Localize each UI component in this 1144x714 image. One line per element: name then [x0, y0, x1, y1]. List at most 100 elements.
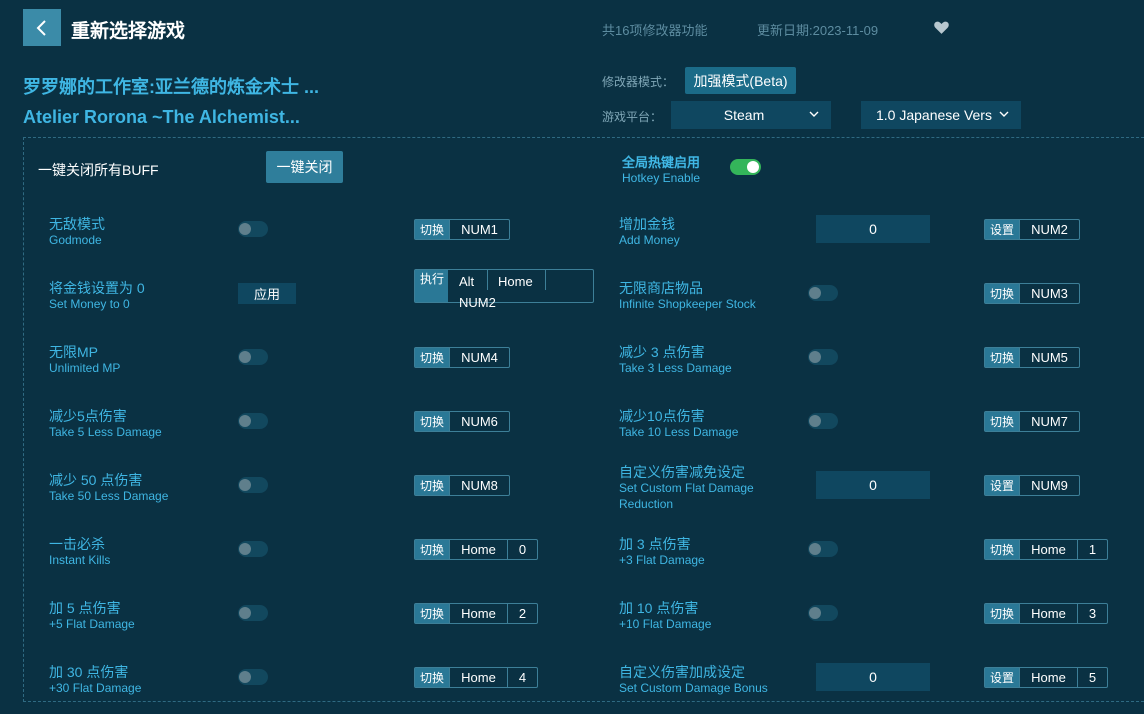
close-all-label: 一键关闭所有BUFF — [38, 162, 159, 178]
hotkey-key: NUM5 — [1019, 348, 1079, 367]
hotkey-action: 切换 — [985, 604, 1019, 623]
hotkey-key: NUM6 — [449, 412, 509, 431]
platform-select[interactable]: Steam — [671, 101, 831, 129]
feature-label-en: Godmode — [49, 233, 102, 247]
feature-label-cn: 增加金钱 — [619, 216, 675, 232]
instant-kills-toggle[interactable] — [238, 541, 268, 557]
plus-10-damage-toggle[interactable] — [808, 605, 838, 621]
chevron-down-icon — [809, 111, 819, 117]
plus-3-damage-toggle[interactable] — [808, 541, 838, 557]
hotkey-action: 切换 — [985, 540, 1019, 559]
take-10-less-toggle[interactable] — [808, 413, 838, 429]
take-5-less-toggle[interactable] — [238, 413, 268, 429]
plus-30-damage-toggle[interactable] — [238, 669, 268, 685]
hotkey-key: Home — [1019, 668, 1077, 687]
take-3-less-hotkey[interactable]: 切换 NUM5 — [984, 347, 1080, 368]
key-divider — [545, 270, 546, 290]
feature-label-en: Add Money — [619, 233, 680, 247]
godmode-hotkey[interactable]: 切换 NUM1 — [414, 219, 510, 240]
plus-30-damage-hotkey[interactable]: 切换 Home 4 — [414, 667, 538, 688]
hotkey-key: Alt — [459, 274, 475, 289]
set-money-hotkey[interactable]: 执行 Alt Home NUM2 — [414, 269, 594, 310]
feature-label-cn: 减少5点伤害 — [49, 408, 127, 424]
hotkey-action: 切换 — [415, 668, 449, 687]
hotkey-key: Home — [449, 668, 507, 687]
feature-label-en: Take 5 Less Damage — [49, 425, 162, 439]
hotkey-key: 5 — [1077, 668, 1107, 687]
set-money-apply-button[interactable]: 应用 — [238, 283, 296, 304]
feature-label-cn: 自定义伤害加成设定 — [619, 664, 745, 680]
feature-label-cn: 加 30 点伤害 — [49, 664, 129, 680]
mode-button[interactable]: 加强模式(Beta) — [685, 67, 796, 94]
version-select[interactable]: 1.0 Japanese Vers — [861, 101, 1021, 129]
feature-label-cn: 一击必杀 — [49, 536, 105, 552]
instant-kills-hotkey[interactable]: 切换 Home 0 — [414, 539, 538, 560]
game-title-cn: 罗罗娜的工作室:亚兰德的炼金术士 ... — [23, 77, 319, 97]
hotkey-key: Home — [498, 274, 533, 289]
hotkey-enable-label-cn: 全局热键启用 — [622, 155, 701, 170]
close-all-button[interactable]: 一键关闭 — [266, 151, 343, 183]
features-panel — [23, 137, 1144, 702]
add-money-hotkey[interactable]: 设置 NUM2 — [984, 219, 1080, 240]
key-divider — [487, 270, 488, 290]
unlimited-mp-hotkey[interactable]: 切换 NUM4 — [414, 347, 510, 368]
infinite-stock-hotkey[interactable]: 切换 NUM3 — [984, 283, 1080, 304]
take-50-less-hotkey[interactable]: 切换 NUM8 — [414, 475, 510, 496]
heart-icon[interactable] — [933, 19, 950, 36]
hotkey-key: NUM3 — [1019, 284, 1079, 303]
hotkey-action: 切换 — [415, 412, 449, 431]
custom-bonus-hotkey[interactable]: 设置 Home 5 — [984, 667, 1108, 688]
hotkey-key: NUM1 — [449, 220, 509, 239]
hotkey-action: 切换 — [415, 604, 449, 623]
take-3-less-toggle[interactable] — [808, 349, 838, 365]
hotkey-action: 切换 — [415, 540, 449, 559]
feature-label-en: +30 Flat Damage — [49, 681, 142, 695]
hotkey-action: 切换 — [985, 348, 1019, 367]
feature-label-en: Take 50 Less Damage — [49, 489, 169, 503]
feature-label-cn: 无限MP — [49, 344, 98, 360]
feature-label-en: Take 3 Less Damage — [619, 361, 732, 375]
hotkey-key: NUM4 — [449, 348, 509, 367]
feature-label-cn: 自定义伤害减免设定 — [619, 464, 745, 480]
back-button[interactable] — [23, 9, 61, 46]
take-5-less-hotkey[interactable]: 切换 NUM6 — [414, 411, 510, 432]
unlimited-mp-toggle[interactable] — [238, 349, 268, 365]
feature-label-en-line2: Reduction — [619, 497, 674, 511]
hotkey-action: 执行 — [415, 270, 448, 302]
hotkey-action: 切换 — [985, 284, 1019, 303]
version-value: 1.0 Japanese Vers — [876, 107, 992, 123]
page-title: 重新选择游戏 — [71, 21, 186, 42]
custom-reduction-input[interactable] — [816, 471, 930, 499]
game-title-en: Atelier Rorona ~The Alchemist... — [23, 107, 300, 127]
hotkey-action: 设置 — [985, 220, 1019, 239]
hotkey-key: 3 — [1077, 604, 1107, 623]
update-date: 更新日期:2023-11-09 — [757, 23, 879, 38]
hotkey-key: Home — [449, 540, 507, 559]
hotkey-key: NUM2 — [459, 295, 496, 310]
custom-bonus-input[interactable] — [816, 663, 930, 691]
hotkey-enable-switch[interactable] — [730, 159, 761, 175]
feature-count: 共16项修改器功能 — [602, 23, 708, 38]
feature-label-en: Set Money to 0 — [49, 297, 130, 311]
feature-label-en: +3 Flat Damage — [619, 553, 705, 567]
feature-label-en: Instant Kills — [49, 553, 111, 567]
chevron-left-icon — [36, 19, 46, 36]
mode-label: 修改器模式： — [602, 75, 675, 89]
platform-label: 游戏平台： — [602, 110, 663, 124]
feature-label-en: Unlimited MP — [49, 361, 121, 375]
plus-3-damage-hotkey[interactable]: 切换 Home 1 — [984, 539, 1108, 560]
plus-5-damage-toggle[interactable] — [238, 605, 268, 621]
hotkey-enable-label-en: Hotkey Enable — [622, 171, 701, 185]
plus-5-damage-hotkey[interactable]: 切换 Home 2 — [414, 603, 538, 624]
take-50-less-toggle[interactable] — [238, 477, 268, 493]
infinite-stock-toggle[interactable] — [808, 285, 838, 301]
hotkey-key: 2 — [507, 604, 537, 623]
hotkey-key: NUM8 — [449, 476, 509, 495]
hotkey-key: NUM7 — [1019, 412, 1079, 431]
feature-label-cn: 减少10点伤害 — [619, 408, 705, 424]
add-money-input[interactable] — [816, 215, 930, 243]
plus-10-damage-hotkey[interactable]: 切换 Home 3 — [984, 603, 1108, 624]
take-10-less-hotkey[interactable]: 切换 NUM7 — [984, 411, 1080, 432]
custom-reduction-hotkey[interactable]: 设置 NUM9 — [984, 475, 1080, 496]
godmode-toggle[interactable] — [238, 221, 268, 237]
